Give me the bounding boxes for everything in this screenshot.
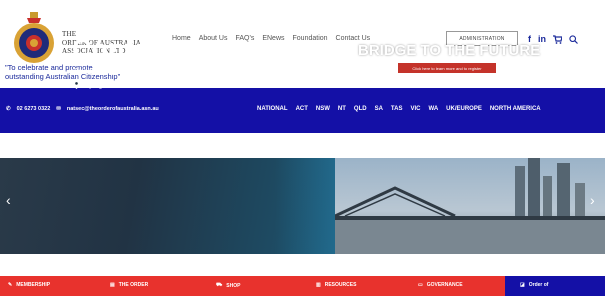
slider-prev-arrow-icon[interactable]: ‹ <box>6 192 11 208</box>
conference-venue: Rydges Southbank Hotel <box>73 79 177 89</box>
search-icon[interactable] <box>569 34 578 44</box>
page: THE ORDER OF AUSTRALIA ASSOCIATION LTD "… <box>0 0 605 296</box>
bottom-nav-order-of-content[interactable]: ◪ Order of <box>520 282 548 288</box>
state-tas[interactable]: TAS <box>391 106 403 112</box>
bridge-skyline-icon <box>335 158 605 254</box>
order-of-icon: ◪ <box>520 282 525 288</box>
hero-banner[interactable]: ‹ › <box>0 158 605 254</box>
slider-next-arrow-icon[interactable]: › <box>590 192 595 208</box>
bottom-nav-membership[interactable]: ✎ MEMBERSHIP <box>8 282 50 288</box>
email-address[interactable]: natsec@theorderofaustralia.asn.au <box>67 106 159 112</box>
state-nsw[interactable]: NSW <box>316 106 330 112</box>
state-nav: NATIONAL ACT NSW NT QLD SA TAS VIC WA UK… <box>257 106 541 112</box>
location-pin-icon <box>73 79 80 89</box>
registration-note: Registrations close 31 October 2025 <box>401 76 476 81</box>
state-uk-europe[interactable]: UK/EUROPE <box>446 106 482 112</box>
hero-left-panel <box>0 158 355 254</box>
association-logo-icon[interactable] <box>11 12 57 64</box>
state-act[interactable]: ACT <box>296 106 308 112</box>
state-national[interactable]: NATIONAL <box>257 106 288 112</box>
bottom-nav-membership-label: MEMBERSHIP <box>16 282 51 288</box>
resources-icon: ▥ <box>316 282 321 288</box>
bottom-nav-governance[interactable]: ▭ GOVERNANCE <box>418 282 463 288</box>
bottom-nav-the-order[interactable]: ▤ THE ORDER <box>110 282 148 288</box>
venue-text: Rydges Southbank Hotel <box>83 79 178 89</box>
hero-title-line1: National <box>72 6 179 36</box>
register-button[interactable]: Click here to learn more and to register <box>398 63 496 73</box>
phone-icon: ✆ <box>6 106 11 112</box>
shop-cart-icon: ⛟ <box>216 282 223 288</box>
membership-icon: ✎ <box>8 282 13 288</box>
state-nt[interactable]: NT <box>338 106 346 112</box>
nav-foundation[interactable]: Foundation <box>293 35 328 42</box>
contact-info: ✆ 02 6273 0322 ✉ natsec@theorderofaustra… <box>6 106 159 112</box>
nav-contact-us[interactable]: Contact Us <box>336 35 371 42</box>
hero-bridge-image <box>335 158 605 254</box>
state-qld[interactable]: QLD <box>354 106 367 112</box>
bottom-nav-resources[interactable]: ▥ RESOURCES <box>316 282 356 288</box>
state-north-america[interactable]: NORTH AMERICA <box>490 106 541 112</box>
state-vic[interactable]: VIC <box>410 106 420 112</box>
state-sa[interactable]: SA <box>375 106 383 112</box>
bottom-nav-resources-label: RESOURCES <box>324 282 357 288</box>
bottom-nav-order-of-label: Order of <box>528 282 549 288</box>
governance-icon: ▭ <box>418 282 423 288</box>
bottom-nav-the-order-label: THE ORDER <box>118 282 149 288</box>
bottom-nav-shop-label: SHOP <box>226 282 241 289</box>
bottom-nav-shop[interactable]: ⛟ SHOP <box>216 282 240 289</box>
nav-enews[interactable]: ENews <box>262 35 284 42</box>
nav-faqs[interactable]: FAQ's <box>235 35 254 42</box>
email-icon: ✉ <box>56 106 61 112</box>
cart-icon[interactable] <box>553 34 562 44</box>
hero-slogan: BRIDGE TO THE FUTURE <box>358 42 541 59</box>
the-order-icon: ▤ <box>110 282 115 288</box>
phone-number[interactable]: 02 6273 0322 <box>17 106 51 112</box>
conference-dates: Brisbane 16-19 April 2026 <box>73 66 171 76</box>
state-wa[interactable]: WA <box>429 106 439 112</box>
hero-title-line2: Conference <box>72 34 221 64</box>
bottom-nav-governance-label: GOVERNANCE <box>426 282 463 288</box>
